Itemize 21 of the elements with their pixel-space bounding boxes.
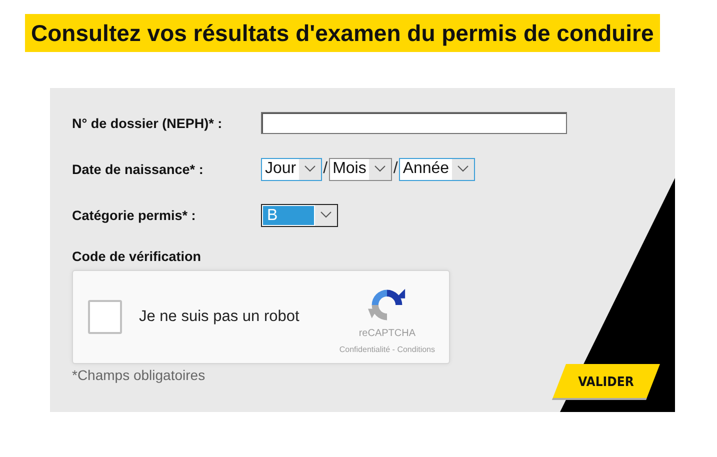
date-separator: / (323, 160, 328, 178)
dossier-input[interactable] (261, 112, 567, 134)
field-label: Date de naissance* : (72, 162, 204, 176)
page-title: Consultez vos résultats d'examen du permis de conduire (25, 14, 660, 52)
day-dropdown[interactable]: Jour (261, 158, 322, 180)
captcha-label: Je ne suis pas un robot (139, 308, 300, 326)
captcha-checkbox[interactable] (88, 300, 122, 334)
link-separator: - (391, 345, 396, 354)
section-heading: Code de vérification (72, 249, 202, 264)
chevron-down-icon (304, 165, 316, 173)
chevron-down-icon (374, 165, 386, 173)
recaptcha-brand: reCAPTCHA (358, 328, 416, 339)
date-separator: / (393, 160, 398, 178)
year-dropdown[interactable]: Année (398, 158, 476, 180)
field-label: Catégorie permis* : (72, 208, 197, 222)
required-note: *Champs obligatoires (72, 367, 206, 383)
submit-button[interactable]: VALIDER (552, 364, 660, 400)
field-label: N° de dossier (NEPH)* : (72, 116, 224, 130)
month-dropdown[interactable]: Mois (328, 158, 392, 180)
chevron-down-icon (320, 211, 332, 219)
chevron-down-icon (457, 165, 470, 173)
